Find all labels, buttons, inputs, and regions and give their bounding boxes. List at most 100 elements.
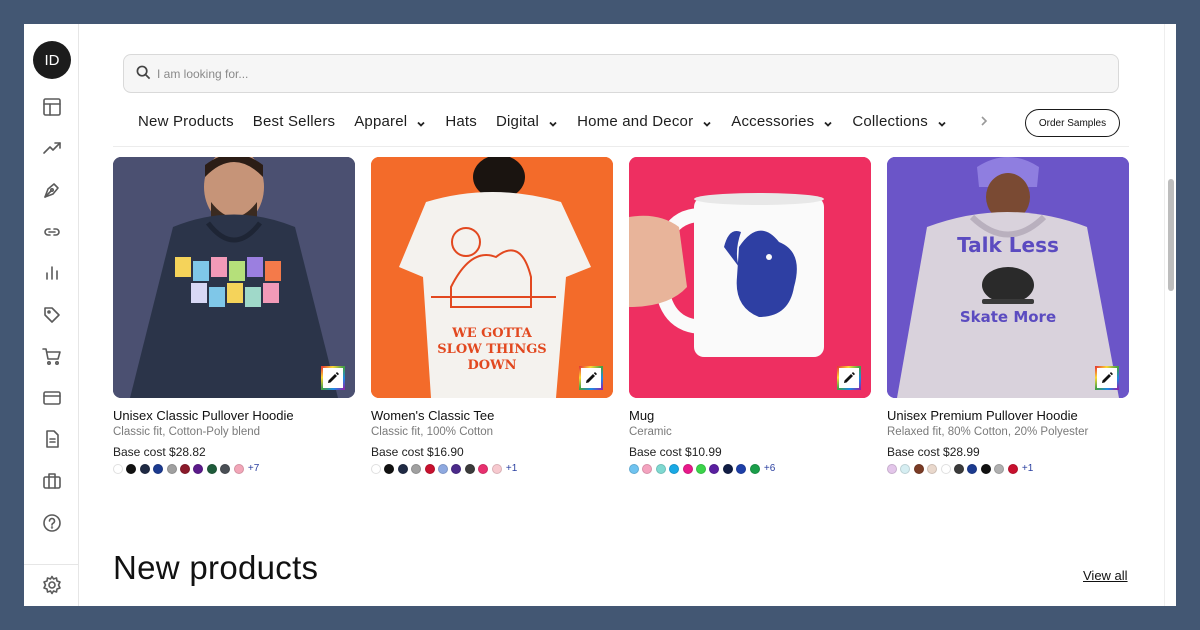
- color-swatch[interactable]: [669, 463, 680, 474]
- nav-item-home-and-decor[interactable]: Home and Decor: [577, 113, 712, 130]
- product-title[interactable]: Unisex Classic Pullover Hoodie: [113, 408, 355, 423]
- color-swatch[interactable]: [233, 463, 244, 474]
- nav-item-accessories[interactable]: Accessories: [731, 113, 833, 130]
- color-swatch[interactable]: [642, 463, 653, 474]
- more-colors-count[interactable]: +1: [1022, 463, 1033, 474]
- more-colors-count[interactable]: +6: [764, 463, 775, 474]
- color-swatch[interactable]: [371, 463, 381, 474]
- color-swatch[interactable]: [655, 463, 666, 474]
- color-swatch[interactable]: [953, 463, 964, 474]
- product-image[interactable]: [629, 157, 871, 398]
- more-colors-count[interactable]: +1: [506, 463, 517, 474]
- color-swatch[interactable]: [887, 463, 897, 474]
- document-icon[interactable]: [41, 428, 63, 450]
- color-swatch[interactable]: [980, 463, 991, 474]
- order-samples-button[interactable]: Order Samples: [1025, 109, 1120, 137]
- edit-design-button[interactable]: [579, 366, 603, 390]
- nav-divider: [113, 146, 1129, 147]
- scrollbar[interactable]: [1164, 24, 1176, 606]
- color-swatch[interactable]: [451, 463, 462, 474]
- scrollbar-thumb[interactable]: [1168, 179, 1174, 291]
- chevron-down-icon: [937, 116, 947, 127]
- color-swatch[interactable]: [193, 463, 204, 474]
- color-swatch[interactable]: [478, 463, 489, 474]
- product-base-cost: Base cost $28.82: [113, 445, 206, 459]
- product-card[interactable]: Unisex Classic Pullover Hoodie Classic f…: [113, 157, 355, 474]
- color-swatch[interactable]: [384, 463, 395, 474]
- nav-item-hats[interactable]: Hats: [445, 113, 477, 130]
- color-swatch[interactable]: [206, 463, 217, 474]
- color-swatch[interactable]: [397, 463, 408, 474]
- trending-icon[interactable]: [41, 137, 63, 159]
- bar-chart-icon[interactable]: [41, 262, 63, 284]
- product-card[interactable]: WE GOTTA SLOW THINGS DOWN Women's Classi…: [371, 157, 613, 474]
- chevron-right-icon[interactable]: [979, 114, 991, 128]
- color-swatch[interactable]: [722, 463, 733, 474]
- cart-icon[interactable]: [41, 345, 63, 367]
- color-swatch[interactable]: [153, 463, 164, 474]
- color-swatch[interactable]: [940, 463, 951, 474]
- color-swatch[interactable]: [220, 463, 231, 474]
- nav-item-collections[interactable]: Collections: [852, 113, 947, 130]
- pencil-icon: [1102, 372, 1113, 383]
- product-title[interactable]: Women's Classic Tee: [371, 408, 613, 423]
- search-bar[interactable]: [123, 54, 1119, 93]
- credit-card-icon[interactable]: [41, 387, 63, 409]
- hoodie-model-illustration: [113, 157, 355, 398]
- product-image[interactable]: [113, 157, 355, 398]
- nav-item-new-products[interactable]: New Products: [138, 113, 234, 130]
- color-swatch[interactable]: [437, 463, 448, 474]
- settings-icon[interactable]: [41, 574, 63, 596]
- product-card[interactable]: Mug Ceramic Base cost $10.99 +6: [629, 157, 871, 474]
- product-title[interactable]: Unisex Premium Pullover Hoodie: [887, 408, 1129, 423]
- link-icon[interactable]: [41, 221, 63, 243]
- color-swatch[interactable]: [126, 463, 137, 474]
- color-swatch[interactable]: [1007, 463, 1018, 474]
- color-swatch[interactable]: [166, 463, 177, 474]
- tag-icon[interactable]: [41, 304, 63, 326]
- edit-design-button[interactable]: [321, 366, 345, 390]
- nav-item-best-sellers[interactable]: Best Sellers: [253, 113, 335, 130]
- nav-item-apparel[interactable]: Apparel: [354, 113, 426, 130]
- color-swatch[interactable]: [695, 463, 706, 474]
- svg-text:DOWN: DOWN: [467, 358, 516, 373]
- color-swatch[interactable]: [736, 463, 747, 474]
- color-swatch[interactable]: [749, 463, 760, 474]
- layout-icon[interactable]: [41, 96, 63, 118]
- nav-label: New Products: [138, 112, 234, 130]
- more-colors-count[interactable]: +7: [248, 463, 259, 474]
- color-swatch[interactable]: [424, 463, 435, 474]
- color-swatch[interactable]: [682, 463, 693, 474]
- edit-design-button[interactable]: [1095, 366, 1119, 390]
- pen-tool-icon[interactable]: [41, 179, 63, 201]
- product-title[interactable]: Mug: [629, 408, 871, 423]
- product-image[interactable]: Talk Less Skate More: [887, 157, 1129, 398]
- color-swatch[interactable]: [179, 463, 190, 474]
- svg-text:Talk Less: Talk Less: [957, 233, 1059, 257]
- briefcase-icon[interactable]: [41, 470, 63, 492]
- color-swatch[interactable]: [139, 463, 150, 474]
- help-icon[interactable]: [41, 512, 63, 534]
- view-all-link[interactable]: View all: [1083, 568, 1128, 583]
- avatar[interactable]: ID: [33, 41, 71, 79]
- product-card[interactable]: Talk Less Skate More Unisex Premium Pull…: [887, 157, 1129, 474]
- color-swatch[interactable]: [967, 463, 978, 474]
- color-swatch[interactable]: [709, 463, 720, 474]
- search-input[interactable]: [157, 55, 1097, 92]
- color-swatches: +1: [371, 463, 613, 474]
- nav-label: Home and Decor: [577, 112, 694, 130]
- color-swatch[interactable]: [994, 463, 1005, 474]
- color-swatch[interactable]: [900, 463, 911, 474]
- color-swatch[interactable]: [913, 463, 924, 474]
- color-swatches: +1: [887, 463, 1129, 474]
- product-subtitle: Relaxed fit, 80% Cotton, 20% Polyester: [887, 426, 1089, 438]
- color-swatch[interactable]: [629, 463, 639, 474]
- color-swatch[interactable]: [411, 463, 422, 474]
- color-swatch[interactable]: [491, 463, 502, 474]
- color-swatch[interactable]: [927, 463, 938, 474]
- nav-item-digital[interactable]: Digital: [496, 113, 558, 130]
- edit-design-button[interactable]: [837, 366, 861, 390]
- color-swatch[interactable]: [464, 463, 475, 474]
- color-swatch[interactable]: [113, 463, 123, 474]
- product-image[interactable]: WE GOTTA SLOW THINGS DOWN: [371, 157, 613, 398]
